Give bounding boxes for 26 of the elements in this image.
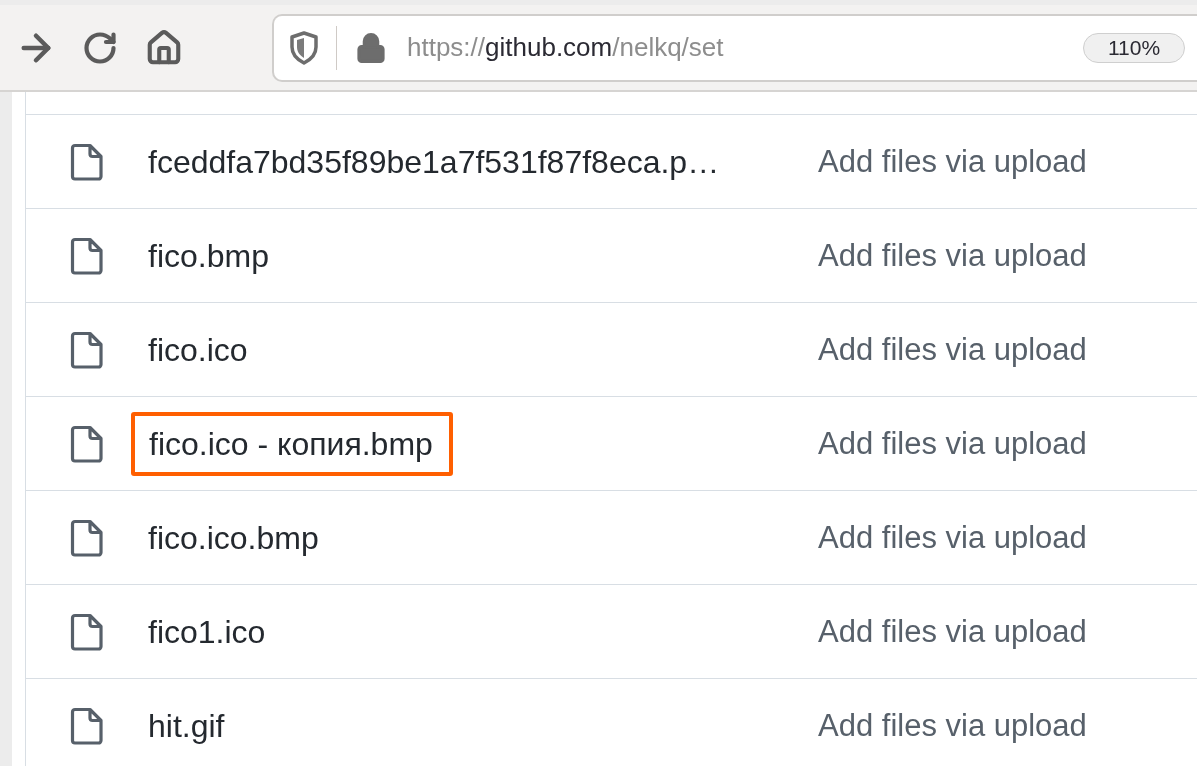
file-icon [70, 142, 104, 181]
file-icon [70, 612, 104, 651]
file-icon [70, 424, 104, 463]
file-name-link[interactable]: hit.gif [148, 693, 225, 758]
file-name-link[interactable]: fico1.ico [148, 599, 266, 664]
commit-message-link[interactable]: Add files via upload [818, 237, 1087, 274]
file-icon [70, 518, 104, 557]
file-name-link[interactable]: fico.ico [148, 317, 248, 382]
lock-icon [355, 31, 387, 64]
address-bar[interactable]: https://github.com/nelkq/set 110% [272, 13, 1197, 82]
commit-message-link[interactable]: Add files via upload [818, 707, 1087, 744]
commit-message-link[interactable]: Add files via upload [818, 143, 1087, 180]
file-name-link[interactable]: fico.ico - копия.bmp [131, 411, 453, 476]
commit-message-link[interactable]: Add files via upload [818, 331, 1087, 368]
file-icon [70, 236, 104, 275]
file-icon [70, 330, 104, 369]
file-name-link[interactable]: fceddfa7bd35f89be1a7f531f87f8eca.p… [148, 129, 720, 194]
file-name-link[interactable]: fico.ico.bmp [148, 505, 319, 570]
shield-icon[interactable] [290, 30, 318, 65]
commit-message-link[interactable]: Add files via upload [818, 425, 1087, 462]
commit-message-link[interactable]: Add files via upload [818, 519, 1087, 556]
url-text: https://github.com/nelkq/set [407, 32, 725, 63]
file-name-link[interactable]: fico.bmp [148, 223, 269, 288]
file-icon [70, 706, 104, 745]
zoom-level-button[interactable]: 110% [1083, 32, 1185, 63]
commit-message-link[interactable]: Add files via upload [818, 613, 1087, 650]
